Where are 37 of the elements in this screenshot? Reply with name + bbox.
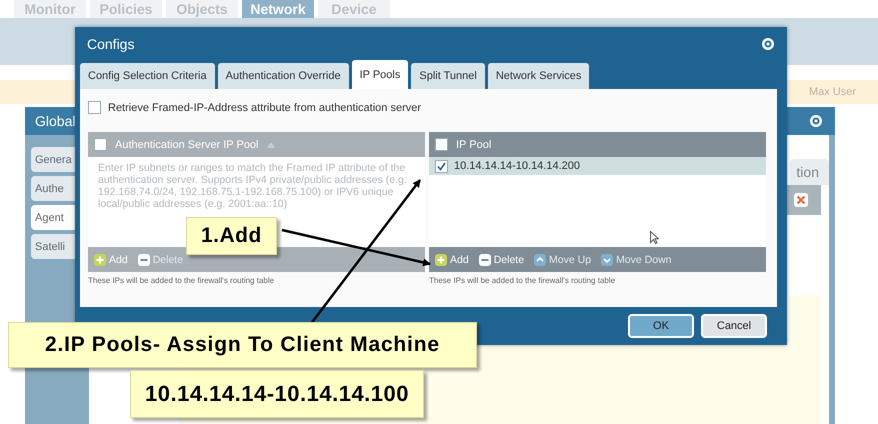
tab[interactable]: Config Selection Criteria [80, 63, 215, 89]
note: These IPs will be added to the firewall's routing table [429, 275, 616, 285]
column-header: Max User [808, 86, 856, 98]
tab[interactable]: Split Tunnel [411, 63, 485, 89]
ok-button[interactable]: OK [628, 314, 694, 338]
dialog-title: Configs [87, 36, 134, 52]
callout: 1.Add [186, 217, 277, 255]
checkbox[interactable] [88, 101, 101, 114]
table-row[interactable]: 10.14.14.14-10.14.14.200 [429, 157, 766, 175]
checkbox[interactable] [435, 160, 448, 172]
minus-icon [138, 254, 150, 266]
cursor-icon [650, 231, 659, 244]
table-cell: 10.14.14.14-10.14.14.200 [454, 160, 580, 172]
tab[interactable]: IP Pools [352, 60, 408, 89]
nav-tab[interactable]: Network [242, 0, 314, 18]
column-header[interactable]: IP Pool [456, 138, 492, 150]
help-icon[interactable] [809, 114, 823, 128]
plus-icon [435, 254, 447, 266]
tab[interactable]: tion [790, 159, 829, 185]
checkbox[interactable] [94, 138, 107, 151]
add-button[interactable]: Add [94, 254, 128, 266]
minus-icon [478, 254, 491, 266]
note: These IPs will be added to the firewall's routing table [88, 275, 276, 285]
callout: 2.IP Pools- Assign To Client Machine [8, 322, 477, 368]
add-button[interactable]: Add [435, 254, 469, 266]
checkbox-label: Retrieve Framed-IP-Address attribute from authentication server [108, 102, 422, 114]
checkbox[interactable] [435, 138, 448, 151]
plus-icon [94, 254, 106, 266]
close-icon[interactable] [794, 193, 808, 207]
tab[interactable]: Network Services [488, 63, 590, 89]
help-icon[interactable] [761, 36, 775, 50]
delete-button[interactable]: Delete [478, 254, 524, 266]
cancel-button[interactable]: Cancel [701, 314, 767, 338]
column-header[interactable]: Authentication Server IP Pool [115, 138, 258, 150]
tab[interactable]: Authentication Override [218, 63, 349, 89]
panel-title: Global [35, 113, 76, 129]
callout: 10.14.14.14-10.14.14.100 [130, 370, 424, 418]
